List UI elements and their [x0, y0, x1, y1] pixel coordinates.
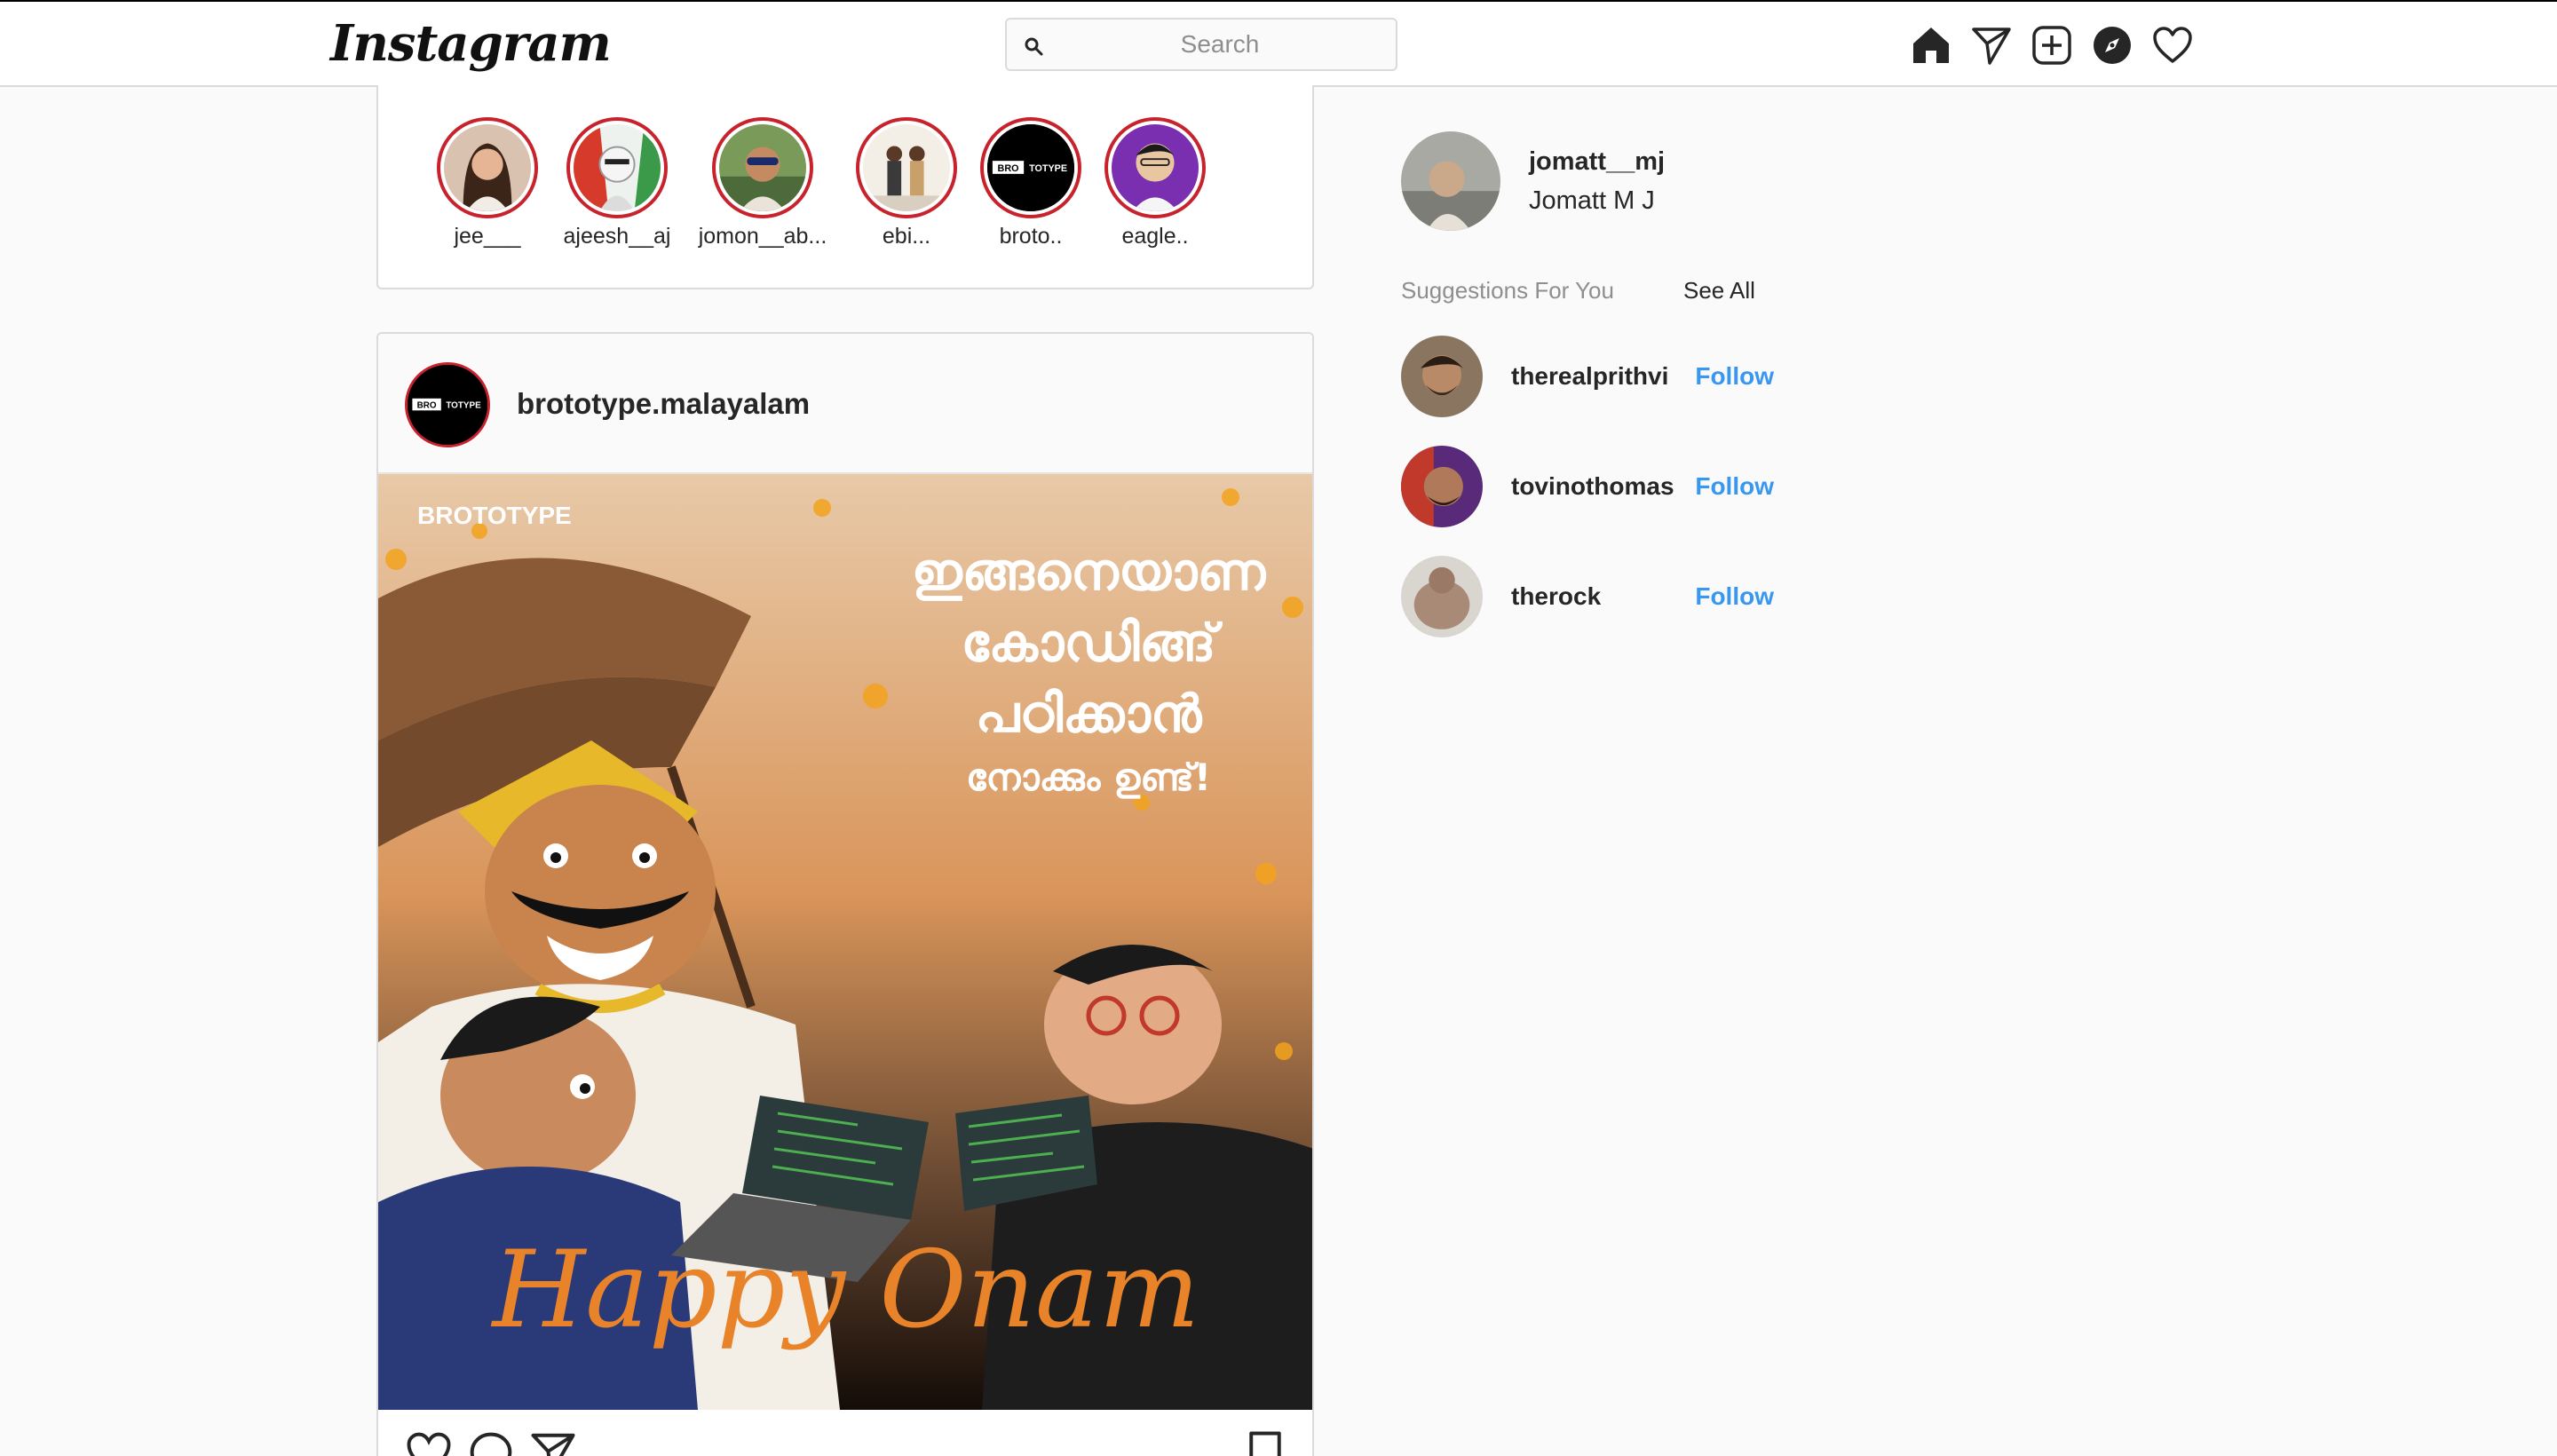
nav-icons	[1909, 23, 2195, 69]
new-post-icon[interactable]	[2030, 23, 2074, 67]
like-heart-icon[interactable]	[405, 1429, 453, 1456]
feed-post: BRO TOTYPE brototype.malayalam BROTOTYPE…	[376, 332, 1314, 1456]
suggestion-username[interactable]: tovinothomas	[1511, 472, 1674, 501]
suggestion-avatar[interactable]	[1401, 446, 1483, 527]
story-item[interactable]: jomon__ab...	[696, 117, 829, 249]
story-ring	[1104, 117, 1206, 218]
story-ring	[437, 117, 538, 218]
suggestion-avatar[interactable]	[1401, 556, 1483, 637]
current-user-username[interactable]: jomatt__mj	[1529, 147, 1665, 177]
story-item[interactable]: ebi...	[840, 117, 973, 249]
suggestions-title: Suggestions For You	[1401, 277, 1614, 304]
suggestion-username[interactable]: therock	[1511, 582, 1601, 611]
post-author-username[interactable]: brototype.malayalam	[517, 387, 810, 421]
story-avatar: BRO TOTYPE	[987, 124, 1074, 211]
instagram-logo[interactable]: Instagram	[330, 14, 612, 73]
top-navigation-bar: Instagram	[0, 0, 2557, 87]
story-username: eagle..	[1121, 224, 1189, 249]
suggestion-item: therealprithvi Follow	[1401, 336, 1774, 419]
story-item[interactable]: jee___	[421, 117, 554, 249]
story-avatar	[863, 124, 950, 211]
follow-button[interactable]: Follow	[1695, 362, 1774, 391]
story-username: broto..	[999, 224, 1063, 249]
story-item[interactable]: eagle..	[1089, 117, 1222, 249]
story-avatar	[1112, 124, 1199, 211]
search-box[interactable]	[1005, 18, 1397, 71]
current-user-fullname: Jomatt M J	[1529, 186, 1655, 215]
story-avatar	[444, 124, 531, 211]
story-ring	[566, 117, 668, 218]
story-username: jee___	[454, 224, 521, 249]
follow-button[interactable]: Follow	[1695, 582, 1774, 611]
suggestion-item: tovinothomas Follow	[1401, 446, 1774, 529]
suggestion-item: therock Follow	[1401, 556, 1774, 639]
post-image-line-4: നോക്കും ഉണ്ട്!	[966, 756, 1211, 799]
comment-icon[interactable]	[467, 1429, 515, 1456]
post-image-line-3: പഠിക്കാൻ	[976, 684, 1203, 744]
story-username: jomon__ab...	[698, 224, 827, 249]
share-icon[interactable]	[529, 1429, 577, 1456]
story-username: ajeesh__aj	[563, 224, 671, 249]
post-image-brand: BROTOTYPE	[417, 502, 572, 529]
post-image-line-1: ഇങ്ങനെയാണ	[912, 542, 1267, 602]
save-bookmark-icon[interactable]	[1241, 1429, 1289, 1456]
story-ring	[856, 117, 957, 218]
story-username: ebi...	[882, 224, 931, 249]
svg-text:BRO: BRO	[998, 163, 1019, 174]
see-all-link[interactable]: See All	[1683, 277, 1755, 305]
story-avatar	[719, 124, 806, 211]
post-image-greeting: Happy Onam	[491, 1229, 1200, 1352]
post-author-avatar[interactable]: BRO TOTYPE	[405, 362, 490, 447]
current-user-avatar[interactable]	[1401, 131, 1500, 231]
post-header: BRO TOTYPE brototype.malayalam	[378, 334, 1312, 474]
story-item[interactable]: ajeesh__aj	[550, 117, 684, 249]
story-avatar	[574, 124, 661, 211]
search-input[interactable]	[1060, 25, 1380, 64]
story-ring: BRO TOTYPE	[980, 117, 1081, 218]
suggestion-avatar[interactable]	[1401, 336, 1483, 417]
suggestion-username[interactable]: therealprithvi	[1511, 362, 1668, 391]
svg-text:TOTYPE: TOTYPE	[1029, 163, 1067, 174]
follow-button[interactable]: Follow	[1695, 472, 1774, 501]
direct-message-icon[interactable]	[1969, 23, 2014, 67]
explore-icon[interactable]	[2090, 23, 2134, 67]
story-ring	[712, 117, 813, 218]
home-icon[interactable]	[1909, 23, 1953, 67]
svg-text:BRO: BRO	[417, 401, 437, 411]
post-actions	[378, 1410, 1312, 1456]
search-icon	[1025, 37, 1043, 56]
post-image[interactable]: BROTOTYPE ഇങ്ങനെയാണ കോഡിങ്ങ് പഠിക്കാൻ നോ…	[378, 474, 1312, 1410]
stories-tray: jee___ ajeesh__aj jomon__ab... ebi... BR…	[376, 85, 1314, 289]
svg-text:TOTYPE: TOTYPE	[446, 401, 481, 411]
story-item[interactable]: BRO TOTYPE broto..	[964, 117, 1097, 249]
post-image-line-2: കോഡിങ്ങ്	[962, 613, 1223, 673]
activity-heart-icon[interactable]	[2150, 23, 2195, 67]
